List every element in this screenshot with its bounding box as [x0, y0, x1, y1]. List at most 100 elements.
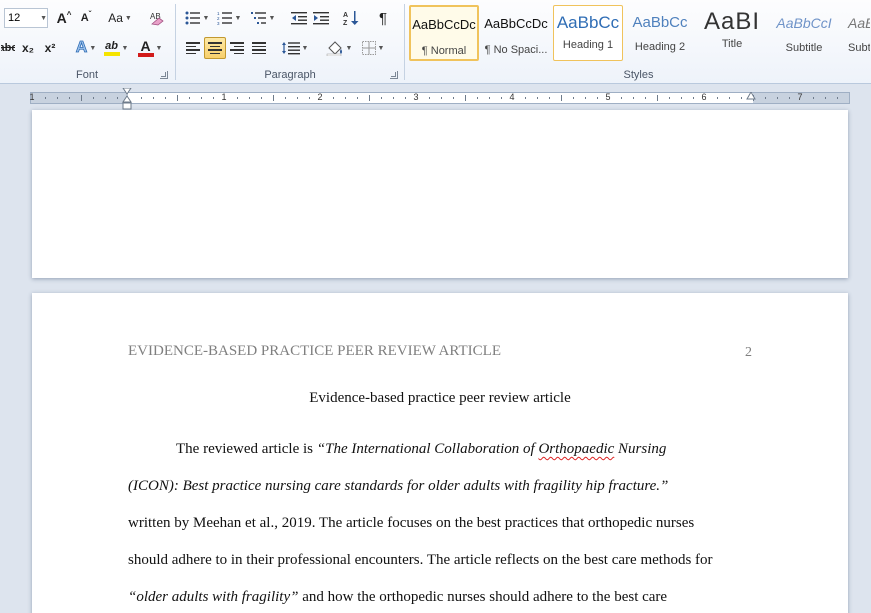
sort-button[interactable]: A Z	[340, 7, 362, 29]
change-case-label: Aa	[108, 11, 123, 25]
ruler-tick	[441, 97, 442, 99]
highlight-label: ab	[105, 39, 118, 52]
style-title[interactable]: AaBI Title	[697, 5, 767, 61]
ruler-tick	[69, 97, 70, 99]
ruler-number: 5	[605, 92, 611, 102]
shading-button[interactable]: ▼	[324, 37, 354, 59]
font-color-button[interactable]: A ▼	[136, 37, 164, 59]
style-sample: AaBbCc	[632, 14, 688, 31]
strikethrough-button[interactable]: abc	[0, 37, 16, 59]
ruler-tick	[201, 97, 202, 99]
style-subtitle[interactable]: AaBbCcI Subtitle	[769, 5, 839, 61]
text-effects-label: A	[75, 39, 88, 57]
ruler-tick	[561, 95, 562, 101]
style-heading-2[interactable]: AaBbCc Heading 2	[625, 5, 695, 61]
body-line: The reviewed article is “The Internation…	[128, 431, 758, 468]
decrease-indent-icon	[291, 12, 307, 25]
running-header: EVIDENCE-BASED PRACTICE PEER REVIEW ARTI…	[128, 343, 501, 359]
show-formatting-button[interactable]: ¶	[372, 7, 394, 29]
chevron-down-icon: ▼	[234, 14, 242, 22]
style-heading-1[interactable]: AaBbCc Heading 1	[553, 5, 623, 61]
sort-icon: A Z	[343, 11, 359, 26]
increase-indent-button[interactable]	[310, 7, 332, 29]
ruler-tick	[585, 97, 586, 99]
body-paragraph[interactable]: The reviewed article is “The Internation…	[128, 431, 758, 613]
ruler-tick	[141, 97, 142, 99]
clear-formatting-button[interactable]: AB	[146, 7, 168, 29]
decrease-indent-button[interactable]	[288, 7, 310, 29]
grow-font-button[interactable]: A ^	[54, 7, 74, 29]
ruler-tick	[153, 97, 154, 99]
svg-text:A: A	[343, 12, 348, 19]
style-no-spacing[interactable]: AaBbCcDc ¶ No Spaci...	[481, 5, 551, 61]
ruler-tick	[537, 97, 538, 99]
style-sample: AaBI	[703, 8, 761, 35]
align-center-button[interactable]	[204, 37, 226, 59]
style-subtle-emphasis[interactable]: AaBl Subt	[841, 5, 871, 61]
style-sample: AaBl	[848, 15, 870, 31]
text-run: Nursing	[614, 441, 667, 457]
ruler-tick	[285, 97, 286, 99]
text-run: “The International Collaboration of	[316, 441, 539, 457]
highlight-button[interactable]: ab ▼	[102, 37, 130, 59]
font-size-box[interactable]: 12 ▼	[4, 8, 48, 28]
justify-button[interactable]	[248, 37, 270, 59]
ruler-tick	[165, 97, 166, 99]
ruler-tick	[741, 97, 742, 99]
ruler-tick	[501, 97, 502, 99]
ruler-tick	[57, 97, 58, 99]
multilevel-list-icon	[250, 12, 266, 24]
ruler-tick	[273, 95, 274, 101]
ruler-tick	[345, 97, 346, 99]
chevron-down-icon: ▼	[301, 44, 309, 52]
chevron-down-icon: ▼	[268, 14, 276, 22]
multilevel-list-button[interactable]: ▼	[248, 7, 278, 29]
ruler-tick	[789, 97, 790, 99]
bullets-button[interactable]: ▼	[182, 7, 212, 29]
increase-indent-icon	[313, 12, 329, 25]
styles-group-label: Styles	[623, 69, 654, 81]
indent-marker-icon[interactable]	[122, 88, 132, 110]
numbering-button[interactable]: 1 2 3 ▼	[214, 7, 244, 29]
style-name: ¶ No Spaci...	[484, 44, 548, 56]
document-page-1[interactable]	[32, 110, 848, 278]
font-size-value: 12	[8, 12, 21, 24]
ruler-tick	[357, 97, 358, 99]
ruler-tick	[297, 97, 298, 99]
change-case-button[interactable]: Aa ▼	[106, 7, 134, 29]
ruler-tick	[93, 97, 94, 99]
paragraph-group: ▼ 1 2 3 ▼ ▼ A Z ¶ ▼ ▼ ▼ Paragraph	[176, 0, 404, 84]
ruler-tick	[717, 97, 718, 99]
ruler-tick	[117, 97, 118, 99]
align-left-button[interactable]	[182, 37, 204, 59]
borders-button[interactable]: ▼	[358, 37, 388, 59]
ruler-tick	[633, 97, 634, 99]
ruler-tick	[777, 97, 778, 99]
ruler-tick	[333, 97, 334, 99]
subscript-button[interactable]: x₂	[18, 37, 38, 59]
font-dialog-launcher-icon[interactable]	[160, 71, 168, 79]
pilcrow-icon: ¶	[378, 9, 388, 27]
ruler-strip: 1 1 2 3 4 5 6 7	[29, 92, 850, 104]
clear-formatting-icon: AB	[150, 12, 164, 26]
group-divider	[404, 4, 405, 80]
ruler-tick	[729, 97, 730, 99]
styles-group: AaBbCcDc ¶ Normal AaBbCcDc ¶ No Spaci...…	[406, 0, 871, 84]
align-left-icon	[186, 42, 200, 54]
ruler-tick	[525, 97, 526, 99]
line-spacing-button[interactable]: ▼	[280, 37, 310, 59]
ruler-tick	[549, 97, 550, 99]
chevron-down-icon: ▼	[345, 44, 353, 52]
paragraph-dialog-launcher-icon[interactable]	[390, 71, 398, 79]
align-right-button[interactable]	[226, 37, 248, 59]
document-page-2[interactable]: EVIDENCE-BASED PRACTICE PEER REVIEW ARTI…	[32, 293, 848, 613]
style-normal[interactable]: AaBbCcDc ¶ Normal	[409, 5, 479, 61]
ruler-tick	[669, 97, 670, 99]
shrink-font-button[interactable]: Aˇ	[76, 7, 96, 29]
superscript-button[interactable]: x²	[40, 37, 60, 59]
text-effects-button[interactable]: A ▼	[72, 37, 100, 59]
ruler-tick	[813, 97, 814, 99]
document-title: Evidence-based practice peer review arti…	[309, 390, 571, 406]
strikethrough-label: abc	[1, 42, 15, 54]
right-indent-marker-icon[interactable]	[746, 92, 756, 100]
